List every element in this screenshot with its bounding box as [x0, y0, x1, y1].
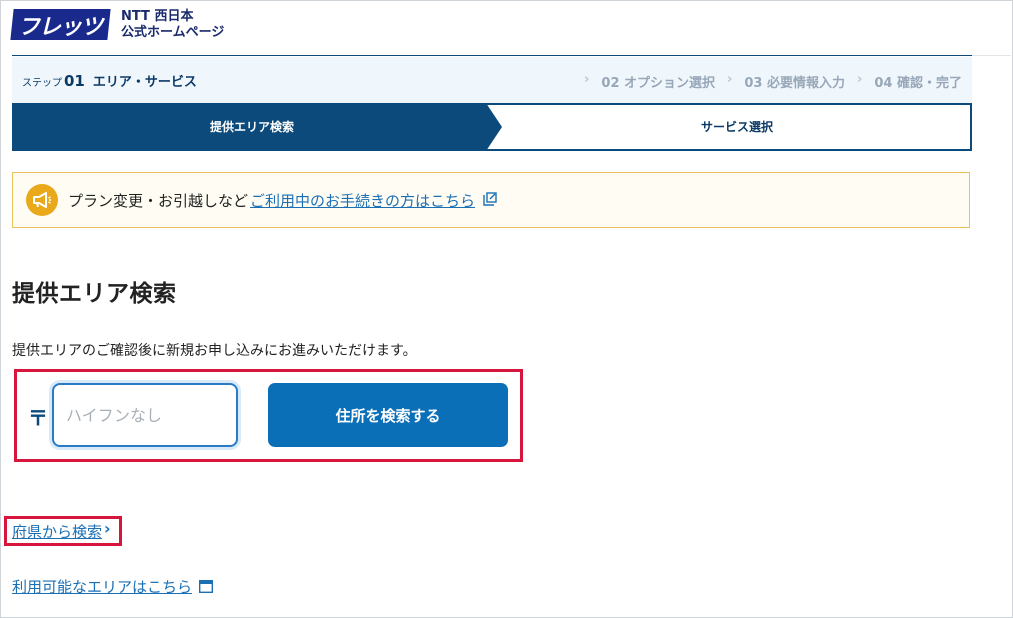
external-link-icon[interactable] [483, 191, 497, 210]
remaining-steps: › 02 オプション選択 › 03 必要情報入力 › 04 確認・完了 [578, 72, 962, 91]
flets-logo[interactable]: フレッツ [10, 9, 111, 40]
window-icon[interactable] [198, 578, 214, 597]
notice-banner: プラン変更・お引越しなど ご利用中のお手続きの方はこちら [12, 172, 970, 228]
brand-line-1: NTT 西日本 [121, 9, 194, 24]
megaphone-icon [26, 184, 58, 216]
step-02: 02 オプション選択 [601, 76, 716, 91]
progress-bar: 提供エリア検索 サービス選択 [12, 103, 972, 151]
step-04: 04 確認・完了 [874, 76, 962, 91]
prefecture-search-link[interactable]: 府県から検索 [12, 521, 102, 542]
search-address-button[interactable]: 住所を検索する [268, 383, 508, 447]
brand-line-2: 公式ホームページ [121, 25, 225, 40]
chevron-right-icon: › [584, 72, 590, 87]
current-step: ステップ 01 エリア・サービス [22, 71, 197, 90]
step-number: 01 [64, 72, 85, 90]
chevron-right-icon[interactable]: › [104, 519, 111, 538]
existing-customer-link[interactable]: ご利用中のお手続きの方はこちら [250, 190, 475, 211]
chevron-right-icon: › [857, 72, 863, 87]
zip-code-input[interactable] [52, 383, 238, 447]
brand-text[interactable]: NTT 西日本 公式ホームページ [121, 9, 224, 41]
step-label: エリア・サービス [92, 75, 197, 90]
site-header: フレッツ NTT 西日本 公式ホームページ [0, 0, 1013, 56]
page-description: 提供エリアのご確認後に新規お申し込みにお進みいただけます。 [12, 343, 417, 359]
page-title: 提供エリア検索 [12, 281, 177, 307]
step-indicator: ステップ 01 エリア・サービス › 02 オプション選択 › 03 必要情報入力 … [12, 57, 972, 103]
progress-step-1: 提供エリア検索 [209, 120, 294, 134]
postal-mark-icon: 〒 [28, 406, 48, 430]
notice-text: プラン変更・お引越しなど [68, 191, 249, 210]
progress-step-2: サービス選択 [700, 120, 773, 134]
available-area-link[interactable]: 利用可能なエリアはこちら [12, 576, 192, 597]
header-divider-right [972, 55, 1011, 56]
step-03: 03 必要情報入力 [744, 76, 846, 91]
chevron-right-icon: › [727, 72, 733, 87]
header-divider [12, 55, 972, 56]
step-prefix: ステップ [22, 78, 62, 89]
